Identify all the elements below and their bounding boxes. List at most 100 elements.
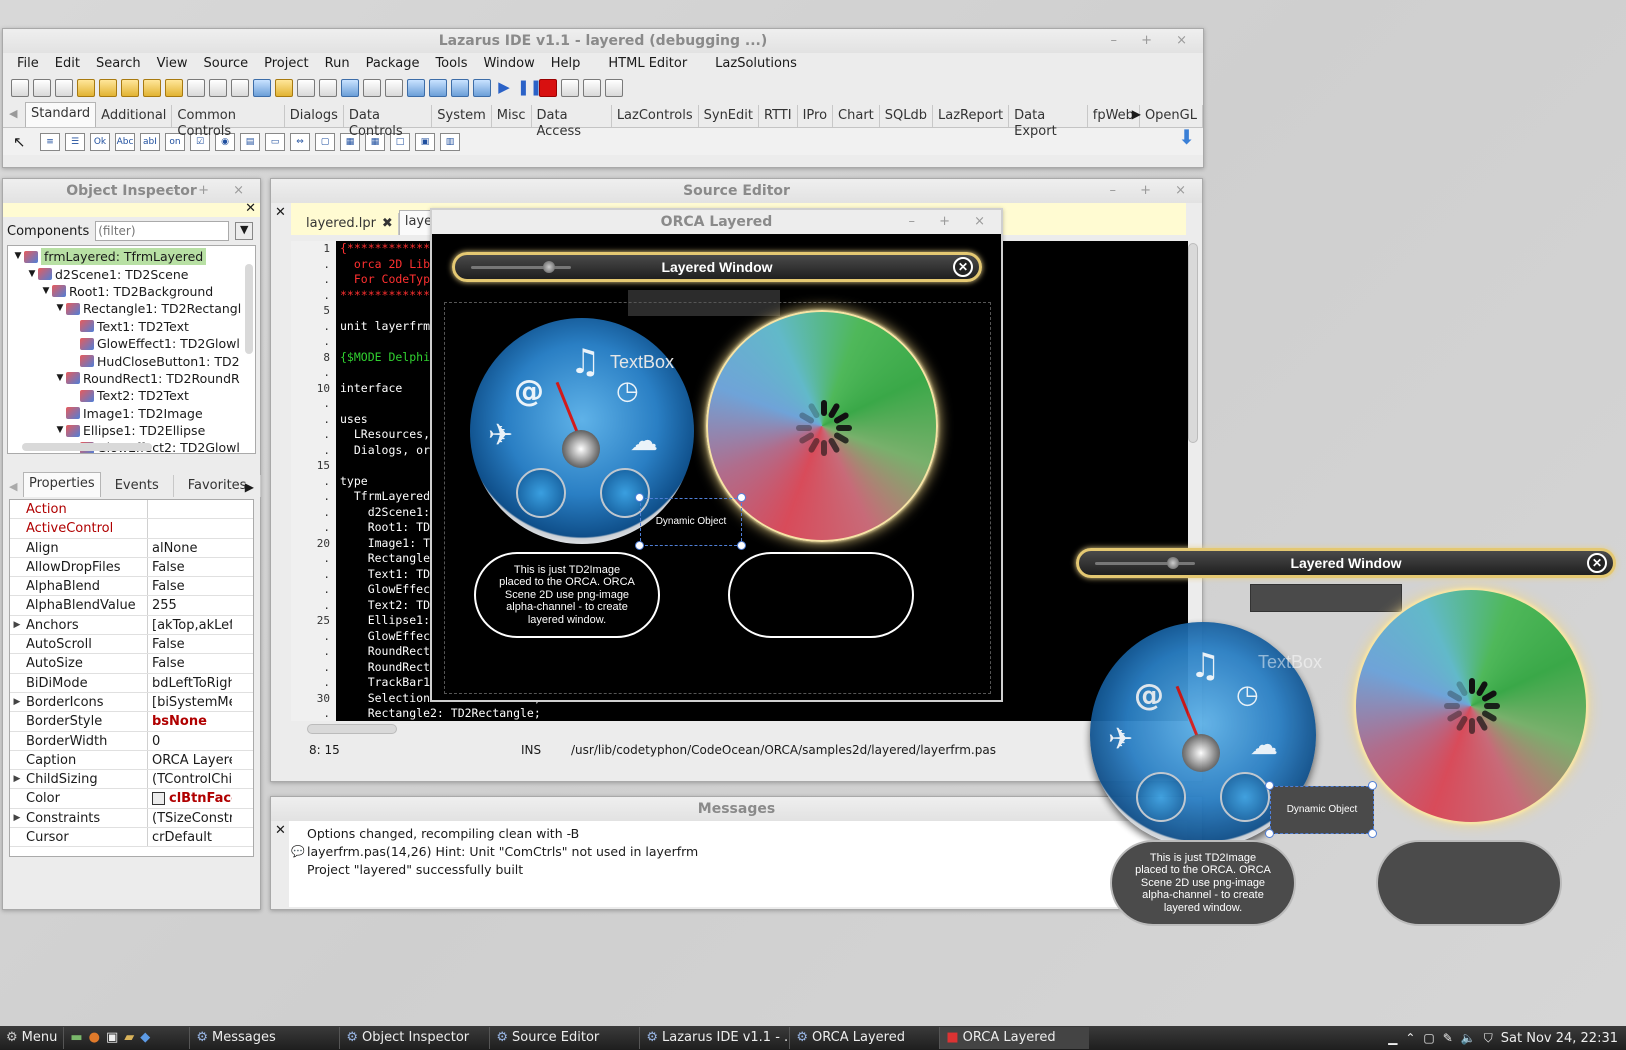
tree-node[interactable]: ▼ Rectangle1: TD2Rectangl <box>8 300 255 317</box>
property-row[interactable]: CaptionORCA Layered <box>10 750 253 771</box>
up-arrow-icon[interactable]: ⌃ <box>1405 1031 1415 1045</box>
palette-tab-lazreport[interactable]: LazReport <box>933 105 1010 127</box>
menu-window[interactable]: Window <box>475 55 542 73</box>
runtime-trackbar-knob[interactable] <box>1167 557 1179 569</box>
inspector-close-icon[interactable]: ✕ <box>245 201 256 216</box>
stop-icon[interactable] <box>539 79 557 97</box>
property-value[interactable]: 255 <box>148 596 232 614</box>
palette-tab-data-access[interactable]: Data Access <box>532 105 612 139</box>
debug-icon[interactable] <box>451 79 469 97</box>
expand-arrow-icon[interactable]: ▼ <box>40 283 52 300</box>
property-row[interactable]: BorderStyle bsNone <box>10 712 253 732</box>
property-value[interactable]: (TControlChild <box>148 770 232 788</box>
info-roundrect[interactable]: This is just TD2Image placed to the ORCA… <box>474 552 660 638</box>
palette-tab-dialogs[interactable]: Dialogs <box>285 105 344 127</box>
open-icon[interactable] <box>77 79 95 97</box>
step-out-icon[interactable] <box>605 79 623 97</box>
property-row[interactable]: ActiveControl <box>10 519 253 539</box>
label-component-icon[interactable]: Abc <box>115 132 135 151</box>
runtime-empty-roundrect[interactable] <box>1376 840 1562 926</box>
code-line[interactable]: Rectangle2: TD2Rectangle; <box>340 706 1188 722</box>
tree-node[interactable]: ▼ RoundRect1: TD2RoundR <box>8 370 255 387</box>
palette-tab-data-controls[interactable]: Data Controls <box>344 105 433 139</box>
property-value[interactable]: clBtnFace <box>148 789 232 807</box>
property-value[interactable] <box>148 500 232 518</box>
property-value[interactable]: alNone <box>148 539 232 557</box>
property-value[interactable]: crDefault <box>148 828 232 846</box>
pointer-tool-icon[interactable]: ↖ <box>13 133 35 151</box>
compile-icon[interactable] <box>385 79 403 97</box>
tree-node[interactable]: ▼ Root1: TD2Background <box>8 283 255 300</box>
expand-arrow-icon[interactable]: ▼ <box>54 370 66 387</box>
project-options-icon[interactable] <box>275 79 293 97</box>
window-controls[interactable]: – + × <box>1110 29 1197 53</box>
terminal-icon[interactable]: ▣ <box>106 1027 118 1049</box>
tree-node[interactable]: ▼ d2Scene1: TD2Scene <box>8 265 255 282</box>
message-item[interactable]: 💬 layerfrm.pas(14,26) Hint: Unit "ComCtr… <box>291 843 1169 861</box>
view-forms-icon[interactable] <box>319 79 337 97</box>
runtime-color-ellipse[interactable] <box>1354 588 1588 824</box>
menu-edit[interactable]: Edit <box>47 55 88 73</box>
message-item[interactable]: Options changed, recompiling clean with … <box>307 825 1169 843</box>
combobox-component-icon[interactable]: ▭ <box>265 132 285 151</box>
clock[interactable]: Sat Nov 24, 22:31 <box>1501 1031 1618 1046</box>
popup-menu-component-icon[interactable]: ☰ <box>65 132 85 151</box>
selection-handle[interactable] <box>635 493 644 502</box>
expand-arrow-icon[interactable]: ▼ <box>26 266 38 283</box>
tree-node[interactable]: HudCloseButton1: TD2 <box>8 352 255 369</box>
tree-node[interactable]: Text2: TD2Text <box>8 387 255 404</box>
desktop-icon[interactable]: ▬ <box>70 1027 82 1049</box>
menu-html-editor[interactable]: HTML Editor <box>588 55 695 73</box>
palette-tab-lazcontrols[interactable]: LazControls <box>612 105 699 127</box>
menu-lazsolutions[interactable]: LazSolutions <box>695 55 805 73</box>
expand-arrow-icon[interactable]: ▶ <box>10 770 24 788</box>
dynamic-object-selection[interactable]: Dynamic Object <box>640 498 742 546</box>
shield-icon[interactable]: ▢ <box>1423 1031 1434 1045</box>
open-project-icon[interactable] <box>121 79 139 97</box>
inspector-titlebar[interactable]: Object Inspector – + × <box>3 179 260 203</box>
property-row[interactable]: BiDiModebdLeftToRight <box>10 673 253 693</box>
download-arrow-icon[interactable]: ⬇ <box>1178 125 1195 149</box>
palette-scroll-right-icon[interactable]: ▶ <box>1132 107 1141 121</box>
menu-tools[interactable]: Tools <box>427 55 475 73</box>
property-row[interactable]: Cursor crDefault <box>10 828 253 848</box>
open-recent-icon[interactable] <box>99 79 117 97</box>
editor-titlebar[interactable]: Source Editor – + × <box>271 179 1202 203</box>
task-lazarus-ide[interactable]: ⚙ Lazarus IDE v1.1 - ... <box>639 1027 789 1049</box>
palette-tab-additional[interactable]: Additional <box>96 105 173 127</box>
tab-close-icon[interactable]: ✖ <box>382 216 393 232</box>
property-row[interactable]: AlphaBlend False <box>10 577 253 597</box>
menu-run[interactable]: Run <box>317 55 358 73</box>
pause-icon[interactable]: ❚❚ <box>517 79 542 97</box>
button-component-icon[interactable]: Ok <box>90 132 110 151</box>
expand-arrow-icon[interactable]: ▶ <box>10 616 24 634</box>
palette-tab-ipro[interactable]: IPro <box>798 105 834 127</box>
palette-tab-synedit[interactable]: SynEdit <box>699 105 759 127</box>
tree-node[interactable]: ▼ frmLayered: TfrmLayered <box>8 248 255 266</box>
property-row[interactable]: Align alNone <box>10 538 253 558</box>
property-row[interactable]: ▶Anchors[akTop,akLeft] <box>10 615 253 636</box>
editor-close-icon[interactable]: ✕ <box>275 205 286 220</box>
property-value[interactable]: bdLeftToRight <box>148 674 232 692</box>
groupbox-component-icon[interactable]: ▢ <box>315 132 335 151</box>
tab-properties[interactable]: Properties <box>23 472 101 497</box>
save-all-icon[interactable] <box>209 79 227 97</box>
task-orca-runtime[interactable]: ■ ORCA Layered <box>939 1027 1090 1049</box>
expand-arrow-icon[interactable]: ▼ <box>54 300 66 317</box>
selection-handle[interactable] <box>1265 829 1274 838</box>
tree-hscrollbar[interactable] <box>22 443 152 451</box>
palette-tab-standard[interactable]: Standard <box>25 102 97 127</box>
task-source-editor[interactable]: ⚙ Source Editor <box>489 1027 639 1049</box>
property-value[interactable] <box>148 519 232 537</box>
runtime-dynamic-object[interactable]: Dynamic Object <box>1270 786 1374 834</box>
property-value[interactable]: False <box>148 654 232 672</box>
actionlist-component-icon[interactable]: ▥ <box>440 132 460 151</box>
scrollbar-component-icon[interactable]: ⇔ <box>290 132 310 151</box>
orca-window-controls[interactable]: – + × <box>908 210 995 234</box>
firefox-icon[interactable]: ● <box>89 1027 100 1049</box>
palette-tab-common-controls[interactable]: Common Controls <box>172 105 285 139</box>
messages-close-icon[interactable]: ✕ <box>275 823 286 838</box>
run-icon[interactable]: ▶ <box>495 79 513 97</box>
tabs-left-icon[interactable]: ◀ <box>9 480 17 493</box>
property-value[interactable]: [biSystemMer <box>148 693 232 711</box>
